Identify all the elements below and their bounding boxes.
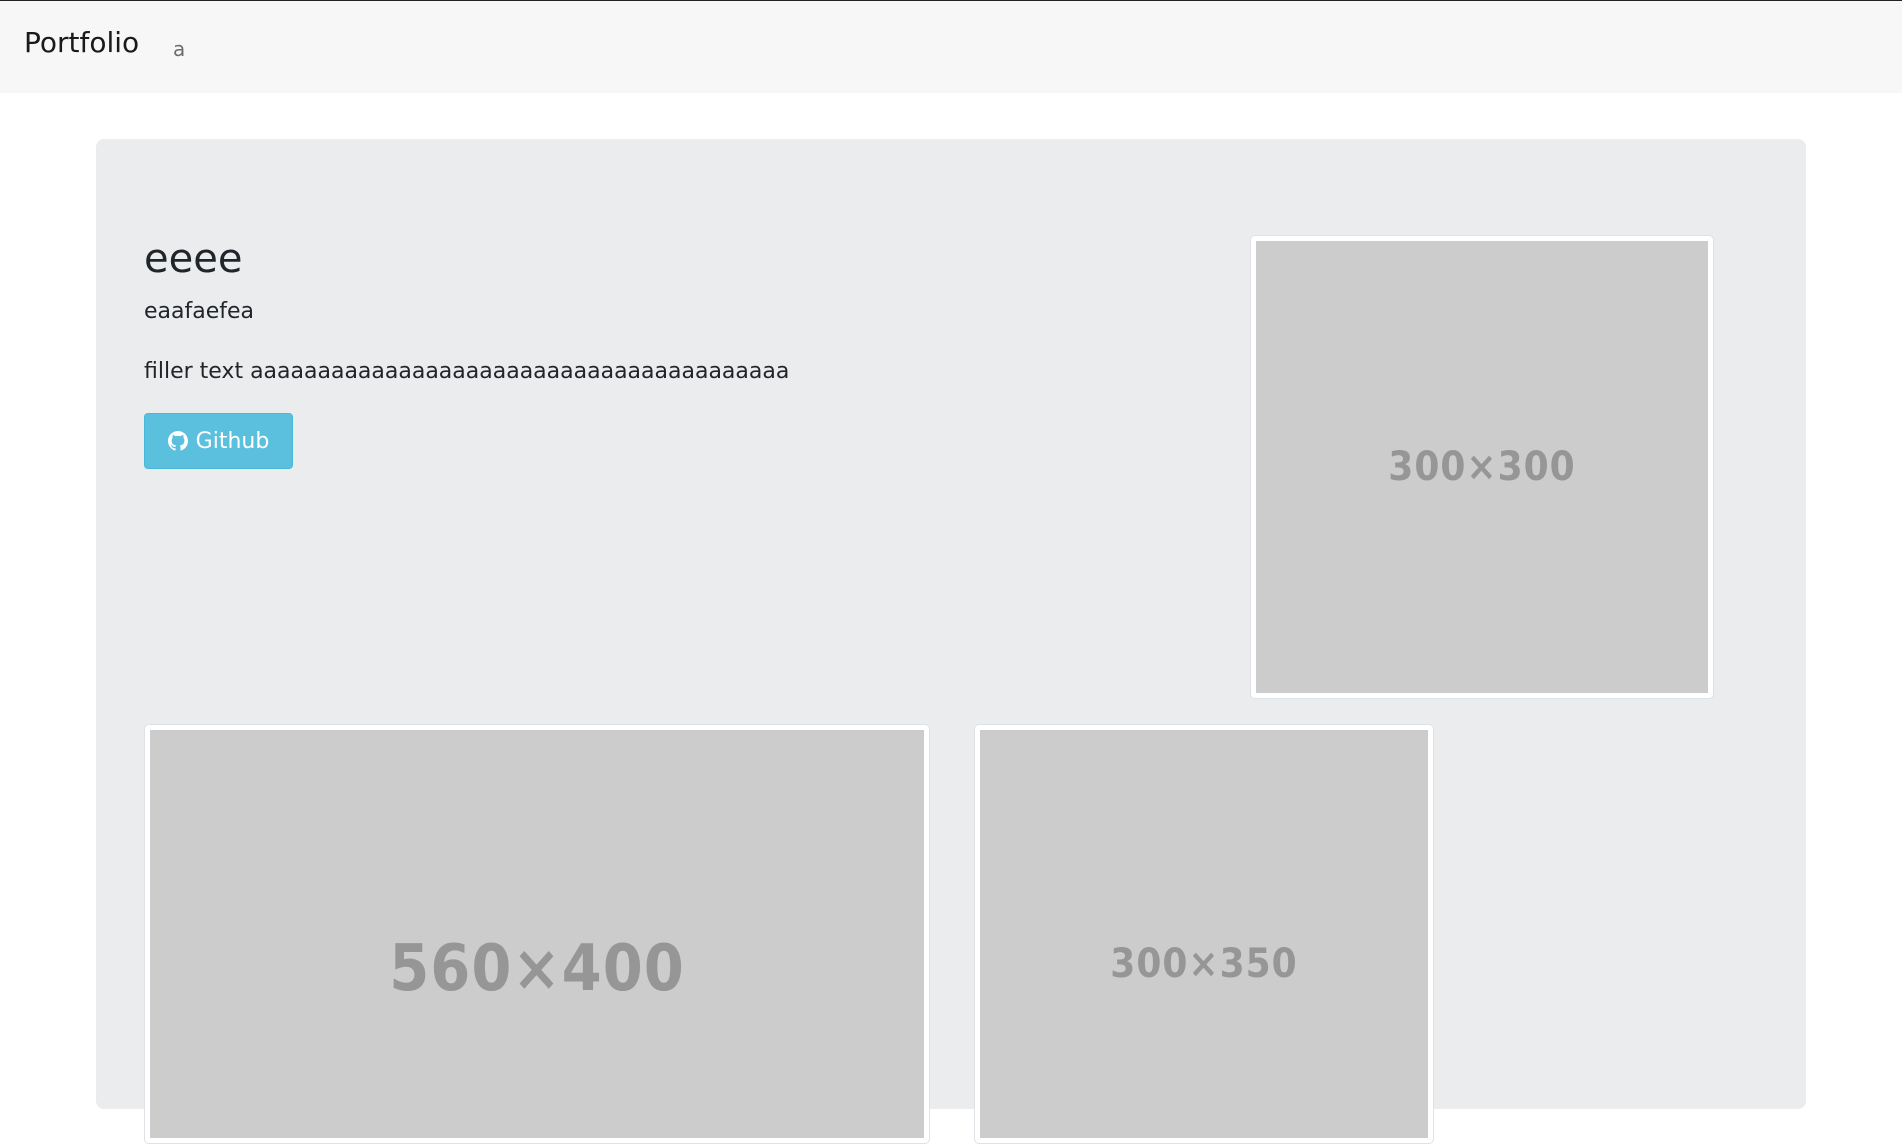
project-image-1: 560×400 <box>144 724 930 1144</box>
project-image-2: 300×350 <box>974 724 1434 1144</box>
github-button[interactable]: Github <box>144 413 293 469</box>
github-button-label: Github <box>195 428 270 454</box>
placeholder-label: 560×400 <box>150 730 924 1138</box>
placeholder-label: 300×300 <box>1256 241 1708 693</box>
jumbotron: eeee eaafaefea filler text aaaaaaaaaaaaa… <box>96 139 1806 1144</box>
navbar: Portfolio a <box>0 0 1902 93</box>
filler-text: filler text aaaaaaaaaaaaaaaaaaaaaaaaaaaa… <box>144 359 790 384</box>
subtitle: eaafaefea <box>144 299 255 324</box>
placeholder-label: 300×350 <box>980 730 1428 1138</box>
navbar-brand[interactable]: Portfolio <box>24 23 139 63</box>
page-title: eeee <box>144 236 243 282</box>
nav-link-a[interactable]: a <box>173 35 185 63</box>
github-icon <box>167 431 188 451</box>
profile-image: 300×300 <box>1250 235 1714 699</box>
